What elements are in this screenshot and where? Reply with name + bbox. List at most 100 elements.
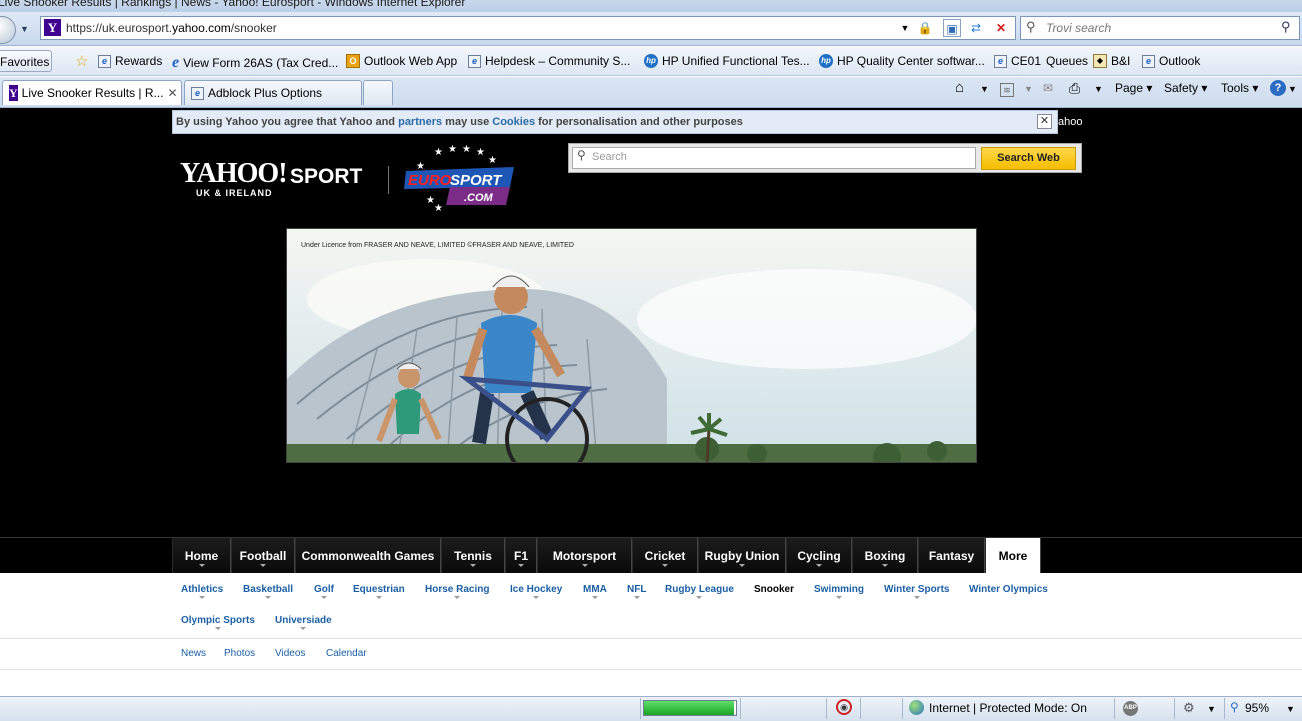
nav-cycling[interactable]: Cycling	[786, 538, 852, 573]
favorite-queues[interactable]: Queues	[1046, 54, 1088, 68]
status-separator	[640, 698, 641, 719]
favorite-bi[interactable]: ◆ B&I	[1093, 54, 1130, 68]
search-icon: ⚲	[577, 148, 586, 162]
nav-boxing[interactable]: Boxing	[852, 538, 918, 573]
tertiary-videos[interactable]: Videos	[275, 648, 305, 659]
url-text[interactable]: https://uk.eurosport.yahoo.com/snooker	[66, 21, 277, 35]
close-tab-icon[interactable]: ✕	[168, 86, 178, 100]
subnav-basketball[interactable]: Basketball	[243, 584, 293, 599]
hp-icon: hp	[819, 54, 833, 68]
ad-banner[interactable]: Under Licence from FRASER AND NEAVE, LIM…	[286, 228, 977, 463]
subnav-rugby-league[interactable]: Rugby League	[665, 584, 734, 599]
ie-page-icon: e	[191, 86, 204, 100]
favorite-hp-quality-center[interactable]: hp HP Quality Center softwar...	[819, 54, 985, 68]
tools-menu[interactable]: Tools ▾	[1221, 81, 1258, 95]
subnav-equestrian[interactable]: Equestrian	[353, 584, 405, 599]
mail-icon[interactable]: ✉	[1043, 81, 1053, 95]
safety-menu[interactable]: Safety ▾	[1164, 81, 1207, 95]
favorite-outlook[interactable]: e Outlook	[1142, 54, 1200, 68]
nav-cricket[interactable]: Cricket	[632, 538, 698, 573]
yahoo-link[interactable]: ahoo	[1058, 116, 1082, 128]
favorite-rewards[interactable]: e Rewards	[98, 54, 162, 68]
security-zone-text[interactable]: Internet | Protected Mode: On	[929, 701, 1087, 715]
nav-football[interactable]: Football	[231, 538, 295, 573]
subnav-snooker[interactable]: Snooker	[754, 584, 794, 595]
cookies-link[interactable]: Cookies	[492, 116, 535, 128]
subnav-ice-hockey[interactable]: Ice Hockey	[510, 584, 562, 599]
subnav-athletics[interactable]: Athletics	[181, 584, 223, 599]
nav-fantasy[interactable]: Fantasy	[918, 538, 985, 573]
search-web-button[interactable]: Search Web	[981, 147, 1076, 170]
svg-text:★: ★	[434, 203, 443, 211]
nav-commonwealth-games[interactable]: Commonwealth Games	[295, 538, 441, 573]
protected-mode-icon[interactable]: ⚙	[1183, 700, 1195, 716]
tab-adblock-options[interactable]: e Adblock Plus Options	[184, 80, 362, 105]
favorites-button[interactable]: Favorites	[0, 50, 52, 72]
subnav-winter-olympics[interactable]: Winter Olympics	[969, 584, 1048, 595]
nav-home[interactable]: Home	[172, 538, 231, 573]
zoom-level[interactable]: 95%	[1245, 701, 1269, 715]
subnav-nfl[interactable]: NFL	[627, 584, 646, 599]
zoom-icon[interactable]: ⚲	[1230, 700, 1239, 714]
new-tab-button[interactable]	[363, 80, 393, 105]
svg-text:★: ★	[488, 155, 497, 166]
tertiary-photos[interactable]: Photos	[224, 648, 255, 659]
subnav-winter-sports[interactable]: Winter Sports	[884, 584, 949, 599]
favorite-ce01[interactable]: e CE01	[994, 54, 1041, 68]
favorite-helpdesk[interactable]: e Helpdesk – Community S...	[468, 54, 630, 68]
partners-link[interactable]: partners	[398, 116, 442, 128]
yahoo-favicon-icon: Y	[9, 85, 18, 101]
status-separator	[1114, 698, 1115, 719]
add-favorite-star-icon[interactable]: ☆	[75, 52, 88, 70]
nav-rugby-union[interactable]: Rugby Union	[698, 538, 786, 573]
feeds-dropdown-icon[interactable]: ▼	[1024, 84, 1033, 94]
page-menu[interactable]: Page ▾	[1115, 81, 1152, 95]
zone-dropdown-icon[interactable]: ▼	[1207, 704, 1216, 714]
print-icon[interactable]: ⎙	[1069, 80, 1080, 97]
lock-icon[interactable]: 🔒	[916, 19, 934, 37]
zoom-dropdown-icon[interactable]: ▼	[1286, 704, 1295, 714]
tertiary-calendar[interactable]: Calendar	[326, 648, 367, 659]
subnav-universiade[interactable]: Universiade	[275, 615, 332, 630]
eurosport-logo[interactable]: ★ ★ ★ ★ ★ ★ ★ ★ EURO SPORT .COM	[404, 143, 516, 214]
browser-search-placeholder: Trovi search	[1046, 21, 1112, 35]
status-separator	[1224, 698, 1225, 719]
tertiary-news[interactable]: News	[181, 648, 206, 659]
stop-icon[interactable]: ✕	[992, 19, 1010, 37]
help-icon[interactable]: ?	[1270, 80, 1286, 96]
home-icon[interactable]: ⌂	[955, 79, 964, 96]
refresh-icon[interactable]: ⇄	[967, 19, 985, 37]
yahoo-logo[interactable]: YAHOO!	[180, 158, 288, 190]
subnav-horse-racing[interactable]: Horse Racing	[425, 584, 489, 599]
privacy-blocked-icon[interactable]: ◉	[836, 699, 852, 715]
nav-motorsport[interactable]: Motorsport	[537, 538, 632, 573]
title-bar: Live Snooker Results | Rankings | News -…	[0, 0, 1302, 12]
subnav-olympic-sports[interactable]: Olympic Sports	[181, 615, 255, 630]
print-dropdown-icon[interactable]: ▼	[1094, 84, 1103, 94]
status-separator	[1174, 698, 1175, 719]
svg-text:★: ★	[476, 147, 485, 158]
cookie-close-icon[interactable]: ✕	[1037, 114, 1052, 129]
subnav-mma[interactable]: MMA	[583, 584, 607, 599]
home-dropdown-icon[interactable]: ▼	[980, 84, 989, 94]
help-dropdown-icon[interactable]: ▼	[1288, 84, 1297, 94]
search-go-icon[interactable]: ⚲	[1281, 19, 1291, 35]
favorite-form-26as[interactable]: e View Form 26AS (Tax Cred...	[172, 54, 338, 72]
nav-more[interactable]: More	[985, 538, 1041, 573]
recent-pages-dropdown-icon[interactable]: ▼	[20, 24, 29, 34]
sport-logo-text: SPORT	[290, 165, 363, 188]
subnav-golf[interactable]: Golf	[314, 584, 334, 599]
feeds-icon[interactable]: ≋	[1000, 83, 1014, 97]
site-search-input[interactable]	[572, 147, 976, 169]
subnav-swimming[interactable]: Swimming	[814, 584, 864, 599]
tab-live-snooker[interactable]: Y Live Snooker Results | R... ✕	[2, 80, 182, 105]
favorite-hp-uft[interactable]: hp HP Unified Functional Tes...	[644, 54, 810, 68]
compatibility-view-icon[interactable]: ▣	[943, 19, 961, 37]
nav-f1[interactable]: F1	[505, 538, 537, 573]
nav-tennis[interactable]: Tennis	[441, 538, 505, 573]
status-separator	[860, 698, 861, 719]
address-dropdown-icon[interactable]: ▼	[896, 19, 914, 37]
favorite-outlook-web-app[interactable]: O Outlook Web App	[346, 54, 457, 68]
tertiary-divider	[0, 669, 1302, 670]
adblock-icon[interactable]: ABP	[1123, 701, 1138, 716]
